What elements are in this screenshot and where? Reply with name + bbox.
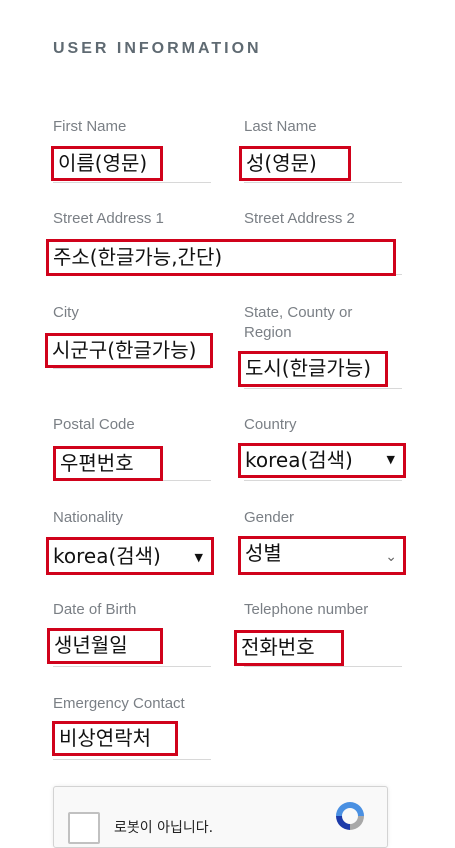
recaptcha-widget: 로봇이 아닙니다. (53, 786, 388, 848)
last-name-value: 성(영문) (246, 151, 317, 175)
postal-code-label: Postal Code (53, 416, 135, 433)
nationality-value: korea(검색) (53, 544, 161, 568)
recaptcha-checkbox[interactable] (68, 812, 100, 844)
first-name-label: First Name (53, 118, 127, 135)
gender-value: 성별 (245, 541, 282, 565)
phone-label: Telephone number (244, 601, 369, 618)
country-value: korea(검색) (245, 448, 353, 472)
state-label-line1: State, County or (244, 304, 353, 321)
state-input[interactable]: 도시(한글가능) (238, 351, 388, 387)
gender-select[interactable]: 성별 ⌄ (238, 536, 406, 575)
nationality-label: Nationality (53, 509, 124, 526)
postal-code-input[interactable]: 우편번호 (53, 446, 163, 481)
last-name-label: Last Name (244, 118, 317, 135)
postal-code-value: 우편번호 (60, 451, 134, 475)
section-title: USER INFORMATION (53, 40, 262, 57)
last-name-input[interactable]: 성(영문) (239, 146, 351, 181)
dob-label: Date of Birth (53, 601, 137, 618)
triangle-down-icon: ▼ (194, 551, 203, 564)
dob-input[interactable]: 생년월일 (47, 628, 163, 664)
city-label: City (53, 304, 79, 321)
recaptcha-label: 로봇이 아닙니다. (114, 820, 214, 836)
gender-label: Gender (244, 509, 295, 526)
dob-value: 생년월일 (54, 633, 128, 657)
country-label: Country (244, 416, 297, 433)
chevron-down-icon: ⌄ (385, 549, 397, 565)
state-label-line2: Region (244, 324, 292, 341)
street-address-value: 주소(한글가능,간단) (53, 245, 223, 269)
state-value: 도시(한글가능) (245, 356, 372, 380)
street-address-1-label: Street Address 1 (53, 210, 164, 227)
phone-value: 전화번호 (241, 635, 315, 659)
nationality-select[interactable]: korea(검색) ▼ (46, 537, 214, 575)
emergency-contact-label: Emergency Contact (53, 695, 185, 712)
country-select[interactable]: korea(검색) ▼ (238, 443, 406, 478)
phone-input[interactable]: 전화번호 (234, 630, 344, 666)
city-value: 시군구(한글가능) (52, 338, 197, 362)
first-name-input[interactable]: 이름(영문) (51, 146, 163, 181)
triangle-down-icon: ▼ (386, 453, 395, 466)
emergency-contact-value: 비상연락처 (59, 726, 151, 750)
emergency-contact-input[interactable]: 비상연락처 (52, 721, 178, 756)
street-address-input[interactable]: 주소(한글가능,간단) (46, 239, 396, 276)
recaptcha-logo-icon (336, 802, 364, 830)
first-name-value: 이름(영문) (58, 151, 148, 175)
city-input[interactable]: 시군구(한글가능) (45, 333, 213, 368)
street-address-2-label: Street Address 2 (244, 210, 355, 227)
